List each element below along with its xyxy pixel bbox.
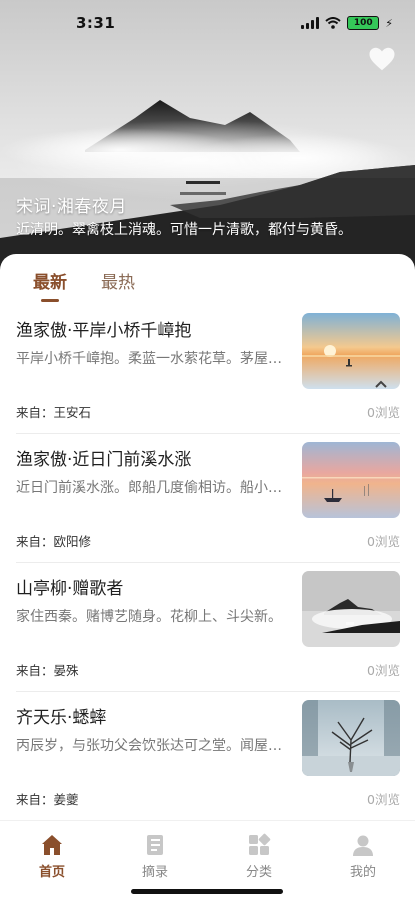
article-views: 0浏览 (367, 534, 400, 549)
hero-banner[interactable]: 3:31 100 ⚡ 宋词·湘春夜月 近清明。翠禽枝上消魂。可惜一片清歌，都付与… (0, 0, 415, 285)
article-card[interactable]: 齐天乐·蟋蟀 丙辰岁，与张功父会饮张达可之堂。闻屋壁间蟋蟀有声。 来自：姜夔 0… (16, 692, 400, 821)
tab-popular[interactable]: 最热 (101, 268, 135, 293)
article-source: 来自：姜夔 (16, 792, 79, 807)
content-sheet: 最新 最热 渔家傲·平岸小桥千嶂抱 平岸小桥千嶂抱。柔蓝一水萦花草。茅屋数间窗窈… (0, 254, 415, 900)
battery-indicator: 100 (347, 16, 380, 30)
article-views: 0浏览 (367, 792, 400, 807)
cellular-signal-icon (301, 17, 320, 29)
status-time: 3:31 (76, 14, 116, 32)
charging-icon: ⚡ (385, 16, 393, 30)
nav-category[interactable]: 分类 (229, 833, 289, 880)
tab-bar: 最新 最热 (0, 254, 415, 302)
status-bar: 3:31 100 ⚡ (0, 0, 415, 46)
nav-home[interactable]: 首页 (22, 833, 82, 880)
hero-excerpt: 近清明。翠禽枝上消魂。可惜一片清歌，都付与黄昏。 (16, 222, 352, 238)
article-thumbnail (302, 442, 400, 518)
profile-icon (353, 835, 373, 856)
article-title: 渔家傲·平岸小桥千嶂抱 (16, 321, 192, 341)
article-thumbnail (302, 571, 400, 647)
article-thumbnail (302, 700, 400, 776)
chevron-up-icon[interactable] (374, 378, 388, 392)
nav-category-label: 分类 (245, 865, 272, 880)
article-card[interactable]: 渔家傲·近日门前溪水涨 近日门前溪水涨。郎船几度偷相访。船小难开红斗帐。 来自：… (16, 434, 400, 563)
article-views: 0浏览 (367, 405, 400, 420)
nav-home-label: 首页 (38, 865, 65, 880)
article-source: 来自：欧阳修 (16, 534, 92, 549)
hero-title: 宋词·湘春夜月 (16, 197, 127, 217)
category-icon (249, 833, 271, 855)
nav-profile-label: 我的 (349, 865, 376, 880)
article-excerpt: 丙辰岁，与张功父会饮张达可之堂。闻屋壁间蟋蟀有声。 (16, 738, 286, 754)
article-title: 齐天乐·蟋蟀 (16, 708, 107, 728)
article-card[interactable]: 渔家傲·平岸小桥千嶂抱 平岸小桥千嶂抱。柔蓝一水萦花草。茅屋数间窗窈窕。 来自：… (16, 305, 400, 434)
article-excerpt: 平岸小桥千嶂抱。柔蓝一水萦花草。茅屋数间窗窈窕。 (16, 351, 286, 367)
article-source: 来自：晏殊 (16, 663, 79, 678)
article-card[interactable]: 山亭柳·赠歌者 家住西秦。赌博艺随身。花柳上、斗尖新。 来自：晏殊 0浏览 (16, 563, 400, 692)
article-excerpt: 近日门前溪水涨。郎船几度偷相访。船小难开红斗帐。 (16, 480, 286, 496)
article-excerpt: 家住西秦。赌博艺随身。花柳上、斗尖新。 (16, 609, 282, 625)
nav-excerpts[interactable]: 摘录 (125, 833, 185, 880)
notebook-icon (147, 835, 163, 855)
nav-excerpts-label: 摘录 (141, 865, 168, 880)
home-icon (42, 835, 62, 855)
wifi-icon (325, 17, 341, 29)
article-title: 渔家傲·近日门前溪水涨 (16, 450, 192, 470)
article-source: 来自：王安石 (16, 405, 92, 420)
nav-profile[interactable]: 我的 (333, 833, 393, 880)
article-title: 山亭柳·赠歌者 (16, 579, 124, 599)
article-views: 0浏览 (367, 663, 400, 678)
home-indicator[interactable] (131, 889, 283, 894)
heart-icon[interactable] (367, 44, 397, 74)
tab-latest[interactable]: 最新 (33, 268, 67, 293)
tab-indicator (41, 299, 59, 302)
